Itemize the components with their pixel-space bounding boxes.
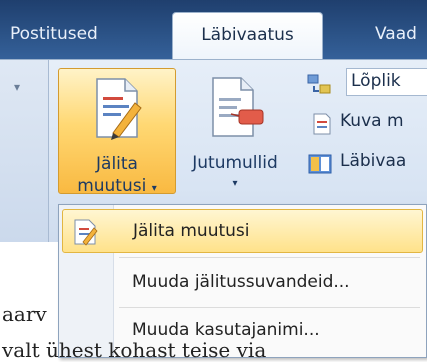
- track-changes-label: Jälita muutusi ▾: [59, 153, 175, 200]
- document-text: aarv: [2, 302, 47, 326]
- chevron-down-icon[interactable]: ▾: [14, 80, 20, 94]
- track-changes-line1: Jälita: [96, 154, 138, 174]
- display-for-review-value: Lõplik: [351, 71, 401, 91]
- display-for-review-dropdown[interactable]: Lõplik: [346, 68, 427, 96]
- dropdown-arrow-icon[interactable]: ▾: [152, 183, 157, 194]
- track-changes-button[interactable]: Jälita muutusi ▾: [58, 68, 176, 196]
- menu-item-change-tracking-options[interactable]: Muuda jälitussuvandeid...: [62, 261, 423, 305]
- display-for-review-icon: [307, 74, 331, 94]
- show-markup-icon: [313, 113, 331, 135]
- previous-group: ▾: [0, 60, 49, 242]
- track-changes-icon: [74, 219, 98, 246]
- track-changes-icon: [96, 78, 142, 140]
- tab-review[interactable]: Läbivaatus: [172, 12, 323, 61]
- menu-separator: [119, 307, 420, 308]
- menu-item-label: Jälita muutusi: [133, 221, 250, 241]
- track-changes-line2: muutusi: [77, 176, 147, 196]
- display-for-review-control[interactable]: Lõplik: [302, 68, 427, 98]
- reviewing-pane-icon: [308, 154, 332, 174]
- balloons-icon: [212, 77, 264, 137]
- menu-item-label: Muuda jälitussuvandeid...: [132, 272, 350, 292]
- reviewing-pane-button[interactable]: Läbivaa: [302, 148, 427, 178]
- menu-item-track-changes[interactable]: Jälita muutusi: [62, 209, 423, 253]
- tab-mailings[interactable]: Postitused: [0, 12, 160, 60]
- track-changes-menu: Jälita muutusi Muuda jälitussuvandeid...…: [58, 204, 427, 358]
- tab-view[interactable]: Vaad: [375, 12, 427, 60]
- document-text: valt ühest kohast teise via: [2, 338, 267, 362]
- menu-item-label: Muuda kasutajanimi...: [132, 320, 320, 340]
- show-markup-button[interactable]: Kuva m: [302, 108, 427, 138]
- menu-separator: [119, 257, 420, 258]
- ribbon-tab-strip: Postitused Läbivaatus Vaad: [0, 0, 427, 61]
- show-markup-label: Kuva m: [340, 111, 404, 131]
- dropdown-arrow-icon[interactable]: ▾: [180, 178, 290, 189]
- reviewing-pane-label: Läbivaa: [340, 151, 407, 171]
- balloons-button[interactable]: Jutumullid ▾: [180, 68, 290, 192]
- balloons-label: Jutumullid: [192, 153, 278, 173]
